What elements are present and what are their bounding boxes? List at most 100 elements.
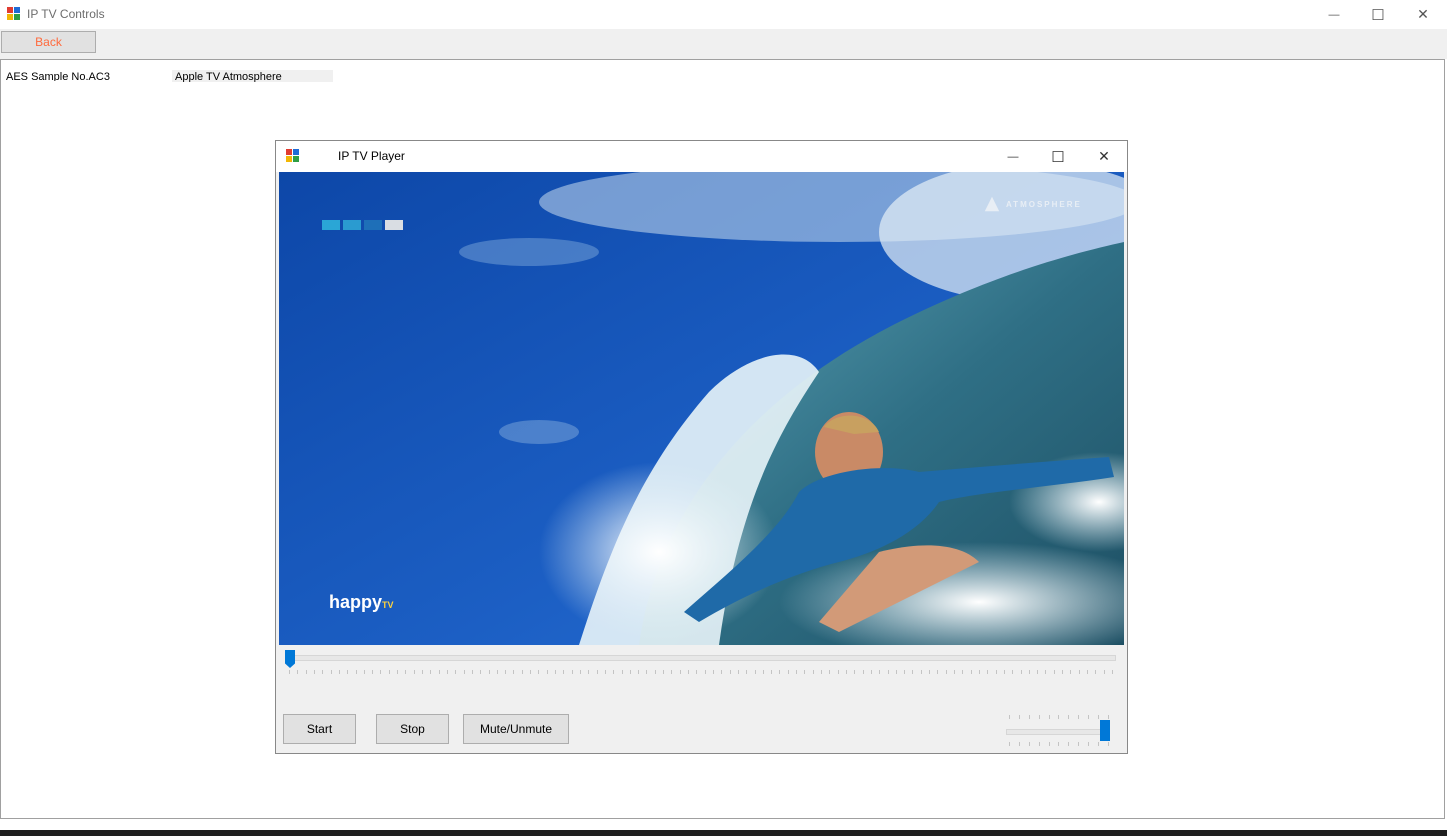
tick-mark <box>496 670 498 674</box>
tick-mark <box>1078 715 1080 719</box>
tick-mark <box>480 670 482 674</box>
tick-mark <box>1003 670 1005 674</box>
volume-thumb[interactable] <box>1100 720 1110 741</box>
player-window: IP TV Player — ☐ ✕ ATMOSPHERE happyTV St… <box>275 140 1128 754</box>
tick-mark <box>305 670 307 674</box>
tick-mark <box>796 670 798 674</box>
tick-mark <box>679 670 681 674</box>
tick-mark <box>821 670 822 674</box>
tick-mark <box>870 670 872 674</box>
happytv-logo: happyTV <box>329 592 394 612</box>
tick-mark <box>712 670 714 674</box>
sample-label: AES Sample No.AC3 <box>6 71 110 81</box>
tick-mark <box>812 670 814 674</box>
tick-mark <box>363 670 365 674</box>
tick-mark <box>845 670 847 674</box>
tick-mark <box>1107 742 1109 746</box>
tick-mark <box>505 670 507 674</box>
tick-mark <box>1028 742 1030 746</box>
tick-mark <box>1038 715 1040 719</box>
tick-mark <box>646 670 648 674</box>
tick-mark <box>671 670 673 674</box>
minimize-button[interactable]: — <box>1311 0 1357 29</box>
tick-mark <box>1048 742 1050 746</box>
mute-unmute-button[interactable]: Mute/Unmute <box>463 714 569 744</box>
tick-mark <box>954 670 955 674</box>
tick-mark <box>920 670 922 674</box>
player-close-button[interactable]: ✕ <box>1081 141 1127 172</box>
taskbar-edge <box>0 830 1447 836</box>
tick-mark <box>962 670 964 674</box>
tick-mark <box>779 670 781 674</box>
tick-mark <box>1053 670 1055 674</box>
channel-pills <box>322 220 403 230</box>
tick-mark <box>1098 715 1100 719</box>
tick-mark <box>313 670 315 674</box>
seek-thumb[interactable] <box>285 650 295 668</box>
tick-mark <box>629 670 631 674</box>
stop-button[interactable]: Stop <box>376 714 449 744</box>
tick-mark <box>1018 715 1020 719</box>
sample-value-field[interactable]: Apple TV Atmosphere <box>172 70 333 82</box>
tick-mark <box>596 670 598 674</box>
minimize-icon: — <box>1328 8 1340 21</box>
volume-ticks-top <box>1009 715 1109 719</box>
tick-mark <box>754 670 756 674</box>
tick-mark <box>638 670 640 674</box>
player-minimize-button[interactable]: — <box>990 141 1036 172</box>
tick-mark <box>1045 670 1047 674</box>
player-maximize-button[interactable]: ☐ <box>1035 141 1081 172</box>
tick-mark <box>987 670 989 674</box>
tick-mark <box>471 670 473 674</box>
tick-mark <box>1078 742 1080 746</box>
seek-track[interactable] <box>288 655 1116 661</box>
window-titlebar: IP TV Controls — ☐ ✕ <box>0 0 1447 29</box>
close-icon: ✕ <box>1417 6 1429 22</box>
tick-mark <box>579 670 581 674</box>
tick-mark <box>937 670 939 674</box>
tick-mark <box>380 670 382 674</box>
tick-mark <box>513 670 515 674</box>
tick-mark <box>347 670 349 674</box>
tick-mark <box>463 670 465 674</box>
tick-mark <box>804 670 806 674</box>
back-button[interactable]: Back <box>1 31 96 53</box>
tick-mark <box>521 670 523 674</box>
close-icon: ✕ <box>1098 148 1110 164</box>
player-titlebar: IP TV Player — ☐ ✕ <box>276 141 1127 172</box>
tick-mark <box>613 670 615 674</box>
tick-mark <box>588 670 590 674</box>
close-button[interactable]: ✕ <box>1400 0 1446 29</box>
maximize-button[interactable]: ☐ <box>1355 0 1401 29</box>
tick-mark <box>1038 742 1040 746</box>
tick-mark <box>555 670 556 674</box>
tick-mark <box>887 670 889 674</box>
tick-mark <box>338 670 340 674</box>
tick-mark <box>1095 670 1097 674</box>
tick-mark <box>1009 742 1010 746</box>
tick-mark <box>388 670 390 674</box>
tick-mark <box>970 670 972 674</box>
tick-mark <box>1088 715 1090 719</box>
tick-mark <box>945 670 947 674</box>
tick-mark <box>1068 715 1070 719</box>
tick-mark <box>1020 670 1022 674</box>
volume-track[interactable] <box>1006 729 1106 735</box>
tick-mark <box>654 670 656 674</box>
tick-mark <box>1028 715 1030 719</box>
tick-mark <box>446 670 448 674</box>
tick-mark <box>1028 670 1030 674</box>
tick-mark <box>322 670 324 674</box>
tick-mark <box>438 670 440 674</box>
tick-mark <box>546 670 548 674</box>
window-title: IP TV Controls <box>27 7 105 21</box>
video-frame[interactable]: ATMOSPHERE happyTV <box>279 172 1124 645</box>
start-button[interactable]: Start <box>283 714 356 744</box>
tick-mark <box>929 670 931 674</box>
tick-mark <box>663 670 665 674</box>
tick-mark <box>837 670 839 674</box>
tick-mark <box>1107 715 1109 719</box>
tick-mark <box>1058 715 1060 719</box>
tick-mark <box>455 670 457 674</box>
toolbar <box>0 29 1447 59</box>
